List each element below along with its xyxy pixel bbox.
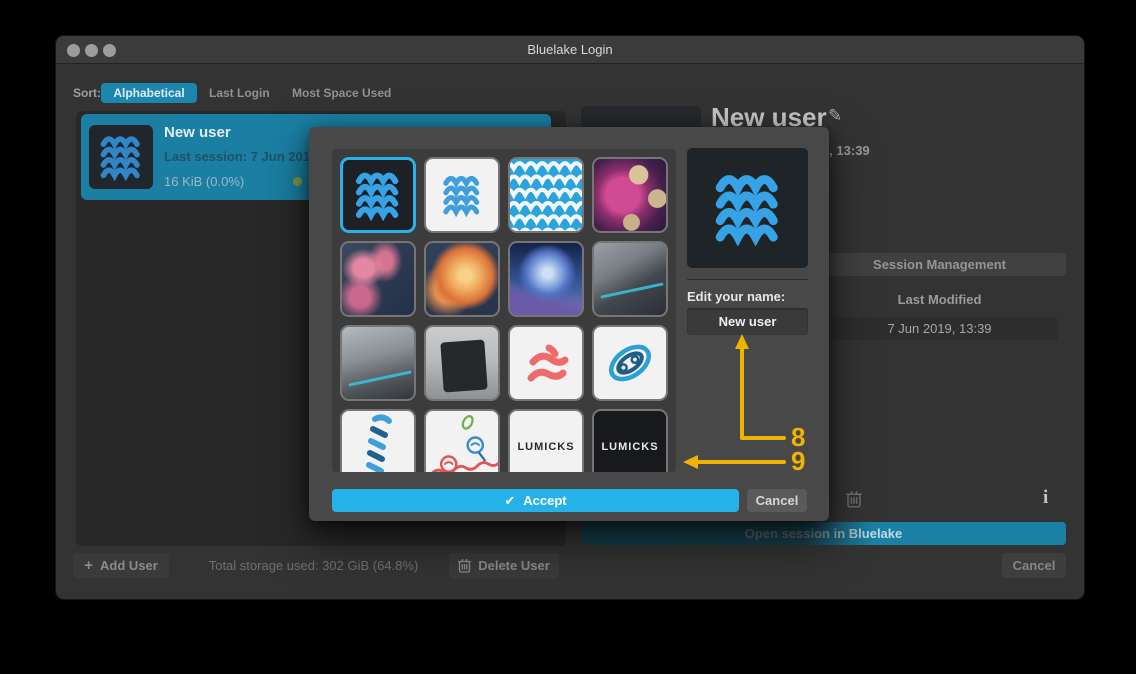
avatar-tile-instrument-photo-2[interactable] (340, 325, 416, 401)
waves-icon (712, 170, 784, 246)
sort-option-alphabetical[interactable]: Alphabetical (101, 83, 197, 103)
instrument-glow (600, 282, 663, 298)
avatar-grid: LUMICKS LUMICKS (332, 149, 676, 472)
avatar-tile-lumicks-dark[interactable]: LUMICKS (592, 409, 668, 472)
modal-shadow-overlay (581, 522, 1066, 545)
avatar-tile-waves-dark[interactable] (340, 157, 416, 233)
last-modified-row[interactable]: 7 Jun 2019, 13:39 (821, 317, 1058, 340)
user-avatar (89, 125, 153, 189)
user-name: New user (164, 124, 231, 141)
last-modified-header: Last Modified (813, 292, 1066, 307)
plus-icon: + (84, 557, 93, 574)
divider (687, 279, 808, 280)
avatar-tile-chromosome-icon[interactable] (508, 325, 584, 401)
avatar-tile-instrument-photo-1[interactable] (592, 241, 668, 317)
avatar-tile-strand-icon[interactable] (424, 409, 500, 472)
avatar-tile-cell-photo[interactable] (592, 157, 668, 233)
user-storage: 16 KiB (0.0%) (164, 174, 244, 189)
status-dot (293, 177, 302, 186)
total-storage-text: Total storage used: 302 GiB (64.8%) (196, 558, 431, 573)
avatar-picker-dialog: LUMICKS LUMICKS Edit your name: ✔ Accept… (309, 127, 829, 521)
title-bar[interactable]: Bluelake Login (56, 36, 1084, 64)
info-icon[interactable]: i (1043, 487, 1048, 509)
instrument-glow (348, 370, 411, 386)
app-window: Bluelake Login Sort: Alphabetical Last L… (55, 35, 1085, 600)
add-user-button[interactable]: + Add User (73, 553, 169, 578)
sort-option-most-space[interactable]: Most Space Used (292, 86, 391, 100)
avatar-tile-waves-pattern[interactable] (508, 157, 584, 233)
edit-name-pencil-icon[interactable]: ✎ (828, 106, 842, 126)
delete-session-trash-icon[interactable] (846, 490, 862, 513)
chromosome-icon (519, 336, 573, 390)
waves-icon (98, 133, 144, 181)
trash-icon (458, 558, 471, 573)
check-icon: ✔ (504, 493, 515, 509)
lumicks-logo: LUMICKS (517, 441, 574, 453)
strand-icon (426, 409, 498, 472)
accept-label: Accept (523, 493, 566, 508)
edit-name-label: Edit your name: (687, 289, 785, 304)
avatar-tile-waves-light[interactable] (424, 157, 500, 233)
avatar-tile-dna-photo[interactable] (340, 241, 416, 317)
sort-option-last-login[interactable]: Last Login (209, 86, 270, 100)
avatar-tile-helix-icon[interactable] (340, 409, 416, 472)
waves-icon (441, 173, 483, 217)
machine-silhouette (440, 340, 487, 393)
window-title: Bluelake Login (56, 42, 1084, 57)
avatar-tile-plasmid-icon[interactable] (592, 325, 668, 401)
sort-label: Sort: (73, 86, 101, 100)
accept-button[interactable]: ✔ Accept (332, 489, 739, 512)
avatar-tile-instrument-photo-3[interactable] (424, 325, 500, 401)
waves-icon (353, 169, 403, 221)
avatar-tile-sphere-photo[interactable] (508, 241, 584, 317)
dialog-cancel-button[interactable]: Cancel (747, 489, 807, 512)
footer-cancel-button[interactable]: Cancel (1002, 553, 1066, 578)
name-input[interactable] (687, 308, 808, 335)
add-user-label: Add User (100, 558, 158, 573)
plasmid-icon (602, 335, 658, 391)
avatar-tile-protein-photo[interactable] (424, 241, 500, 317)
avatar-tile-lumicks-light[interactable]: LUMICKS (508, 409, 584, 472)
open-session-button[interactable]: Open session in Bluelake (581, 522, 1066, 545)
delete-user-button[interactable]: Delete User (449, 553, 559, 578)
wave-pattern-icon (510, 157, 582, 233)
delete-user-label: Delete User (478, 558, 550, 573)
helix-icon (351, 409, 405, 472)
avatar-preview (687, 148, 808, 268)
lumicks-logo: LUMICKS (601, 441, 658, 453)
session-management-button[interactable]: Session Management (813, 253, 1066, 276)
